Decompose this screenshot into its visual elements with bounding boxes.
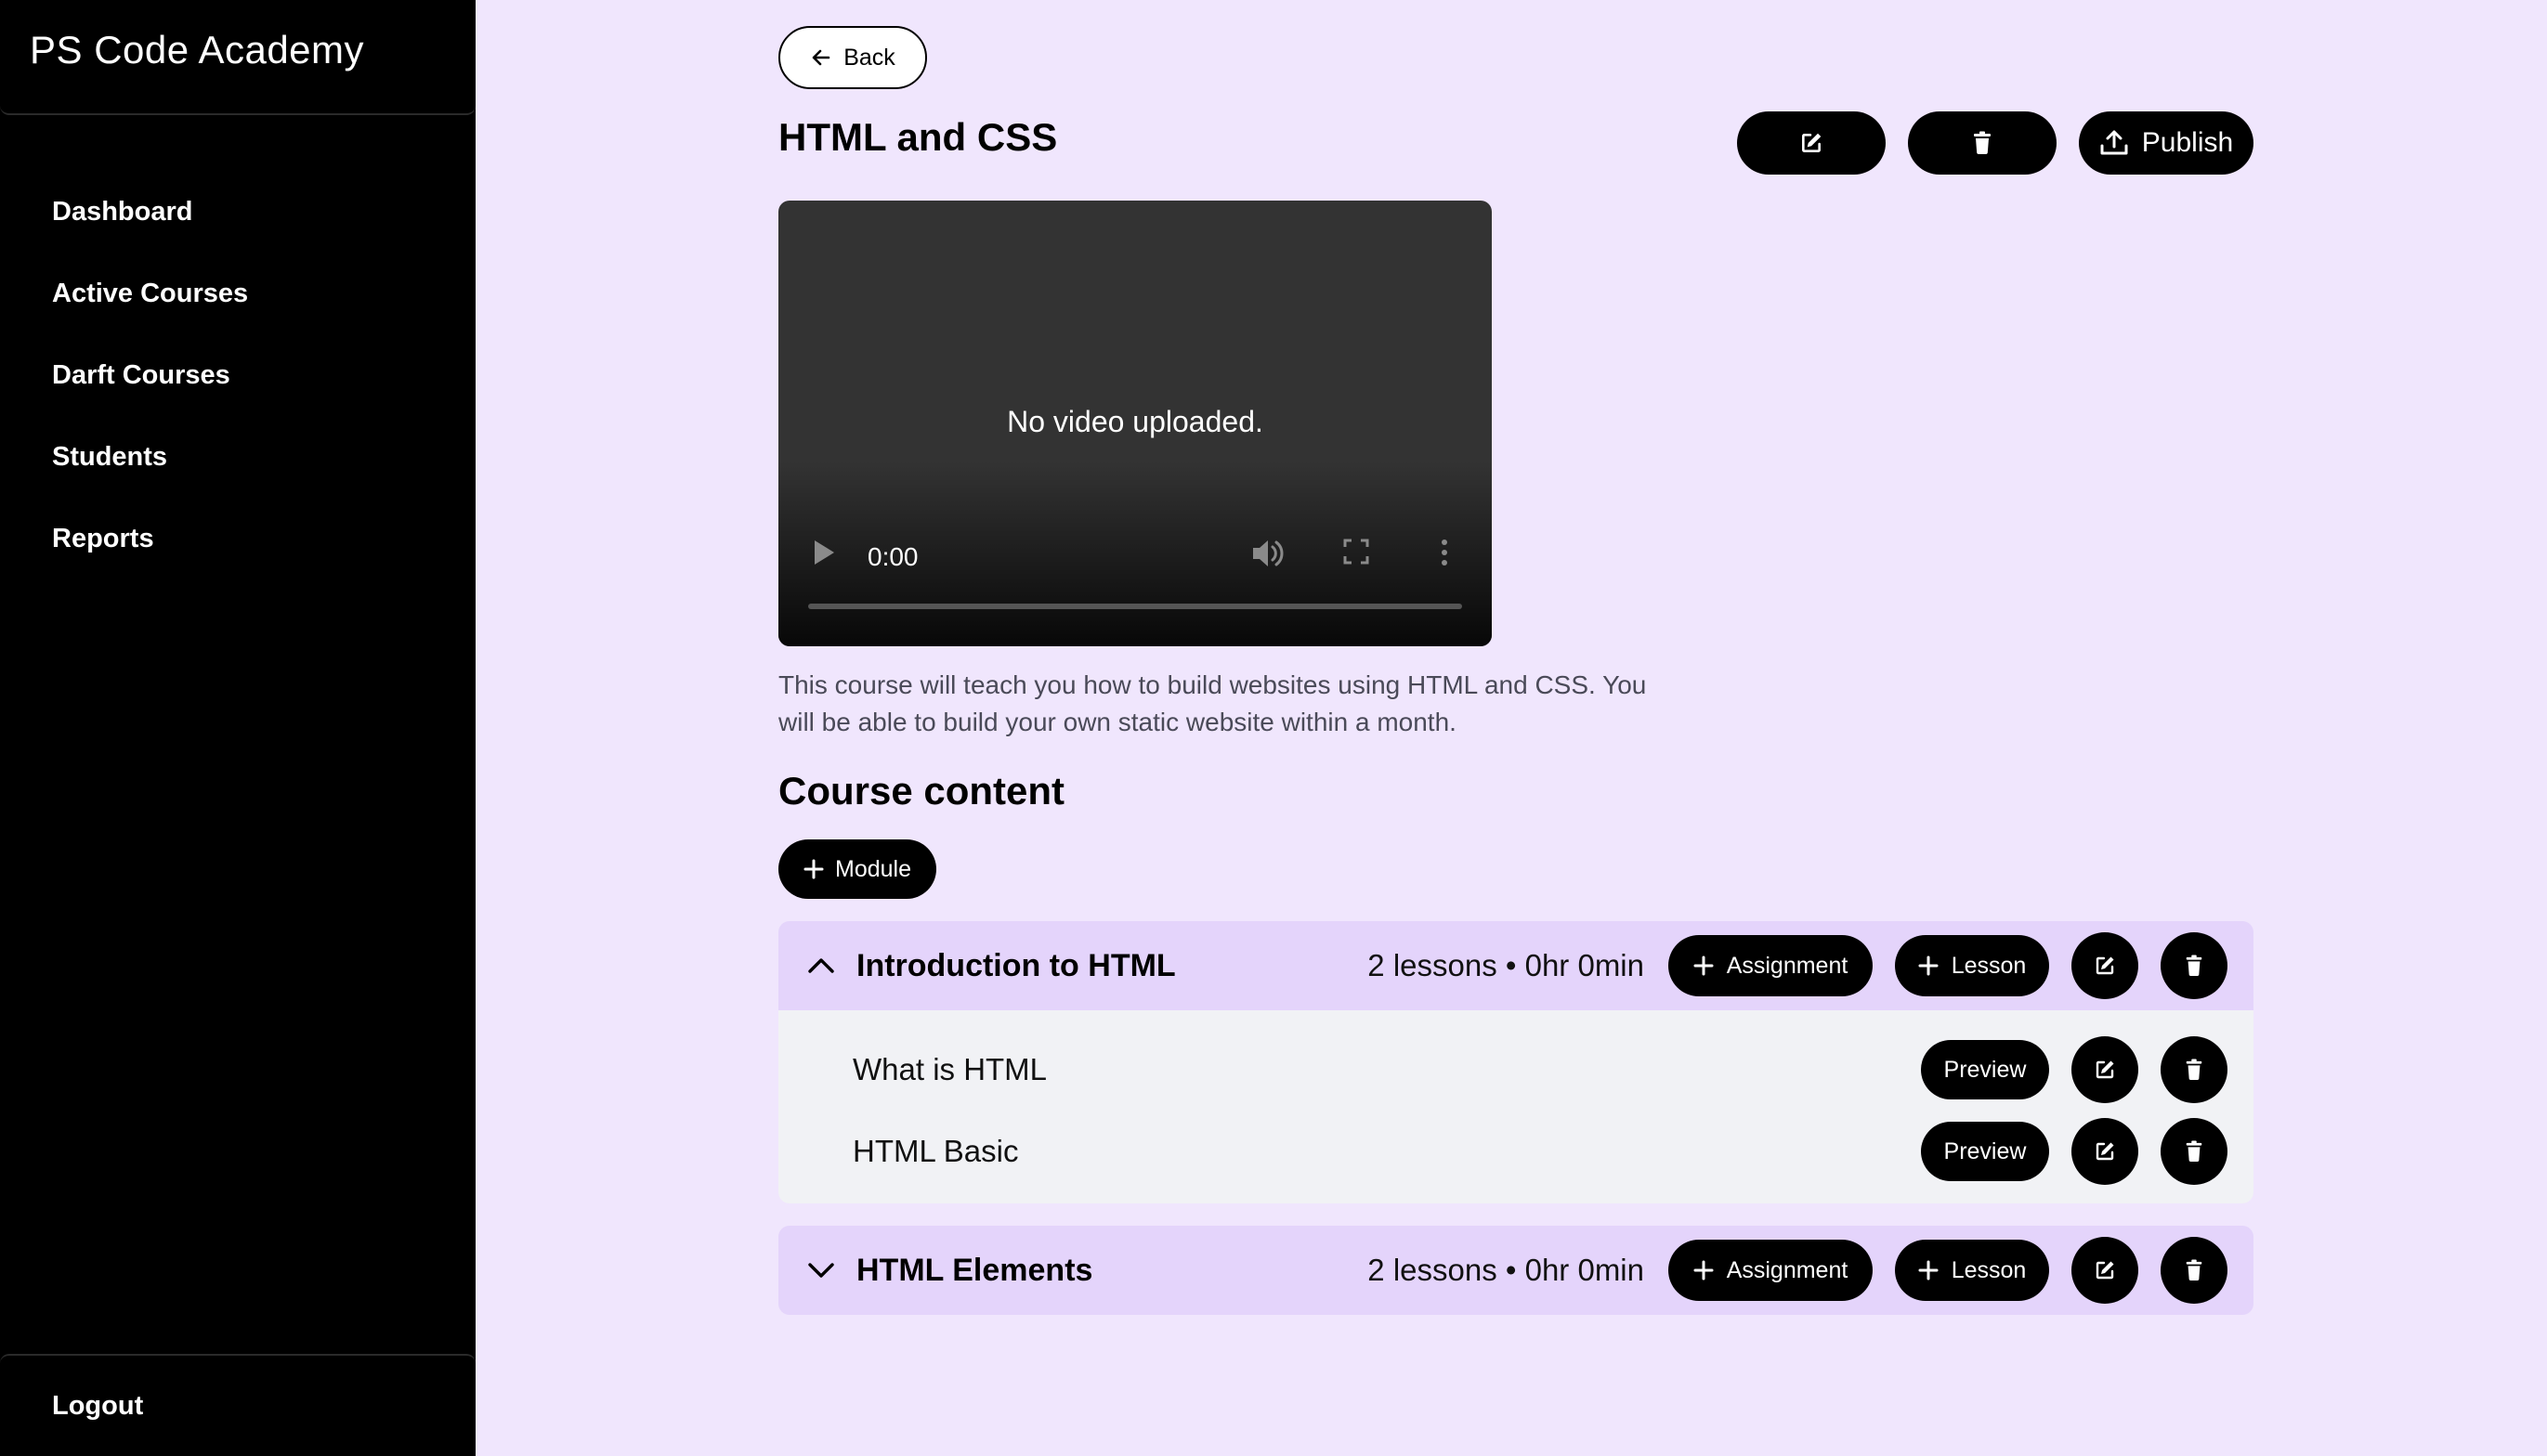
edit-module-button[interactable]	[2071, 932, 2138, 999]
video-empty-message: No video uploaded.	[1007, 405, 1263, 438]
delete-course-button[interactable]	[1908, 111, 2057, 175]
course-content-heading: Course content	[778, 769, 1065, 812]
fullscreen-icon[interactable]	[1343, 539, 1369, 565]
module-title: Introduction to HTML	[856, 947, 1176, 983]
sidebar-nav: Dashboard Active Courses Darft Courses S…	[0, 115, 476, 579]
edit-lesson-button[interactable]	[2071, 1036, 2138, 1103]
module-meta: 2 lessons • 0hr 0min	[1367, 1253, 1644, 1287]
module-meta: 2 lessons • 0hr 0min	[1367, 948, 1644, 982]
add-lesson-button[interactable]: Lesson	[1895, 935, 2049, 996]
back-label: Back	[843, 44, 895, 71]
back-button[interactable]: Back	[778, 26, 927, 89]
lesson-list: What is HTML Preview HTML Basic Preview	[778, 1010, 2253, 1203]
plus-icon	[1918, 956, 1939, 976]
add-lesson-button[interactable]: Lesson	[1895, 1240, 2049, 1301]
lesson-row: What is HTML Preview	[778, 1029, 2253, 1111]
delete-lesson-button[interactable]	[2161, 1036, 2227, 1103]
edit-icon	[2096, 1142, 2114, 1161]
edit-module-button[interactable]	[2071, 1237, 2138, 1304]
add-module-button[interactable]: Module	[778, 839, 936, 899]
arrow-left-icon	[812, 49, 830, 66]
chevron-up-icon[interactable]	[804, 949, 838, 982]
video-progress-bar[interactable]	[808, 604, 1462, 609]
add-module-label: Module	[835, 855, 911, 882]
chevron-down-icon[interactable]	[804, 1254, 838, 1287]
plus-icon	[1918, 1260, 1939, 1280]
course-description: This course will teach you how to build …	[778, 670, 1647, 736]
edit-icon	[2096, 1261, 2114, 1280]
lesson-name: What is HTML	[853, 1052, 1048, 1086]
trash-icon	[2186, 1059, 2202, 1081]
course-detail: Back HTML and CSS Publish No video uploa…	[778, 0, 2253, 1456]
play-icon[interactable]	[812, 539, 836, 566]
course-actions: Publish	[1737, 111, 2253, 178]
delete-module-button[interactable]	[2161, 1237, 2227, 1304]
sidebar-item-active-courses[interactable]: Active Courses	[0, 253, 476, 334]
page-title: HTML and CSS	[778, 115, 1058, 159]
trash-icon	[1974, 131, 1991, 155]
more-options-icon[interactable]	[1440, 539, 1449, 566]
module-title: HTML Elements	[856, 1252, 1093, 1288]
lesson-label: Lesson	[1951, 1256, 2027, 1283]
module-actions: Assignment Lesson	[1668, 932, 2227, 999]
module-header[interactable]: Introduction to HTML 2 lessons • 0hr 0mi…	[778, 921, 2253, 1010]
plus-icon	[1693, 1260, 1714, 1280]
plus-icon	[803, 859, 824, 879]
sidebar-item-dashboard[interactable]: Dashboard	[0, 171, 476, 253]
sidebar-item-reports[interactable]: Reports	[0, 498, 476, 579]
video-time: 0:00	[868, 542, 919, 571]
delete-lesson-button[interactable]	[2161, 1118, 2227, 1185]
preview-lesson-button[interactable]: Preview	[1921, 1040, 2049, 1099]
trash-icon	[2186, 955, 2202, 977]
edit-lesson-button[interactable]	[2071, 1118, 2138, 1185]
volume-icon[interactable]	[1250, 537, 1286, 570]
lesson-label: Lesson	[1951, 952, 2027, 979]
lesson-actions: Preview	[1921, 1036, 2227, 1103]
publish-button[interactable]: Publish	[2079, 111, 2253, 175]
preview-lesson-button[interactable]: Preview	[1921, 1122, 2049, 1181]
lesson-row: HTML Basic Preview	[778, 1111, 2253, 1192]
assignment-label: Assignment	[1726, 1256, 1848, 1283]
module-card: HTML Elements 2 lessons • 0hr 0min Assig…	[778, 1226, 2253, 1315]
video-controls: 0:00	[778, 461, 1492, 646]
video-player[interactable]: No video uploaded. 0:00	[778, 201, 1492, 646]
lesson-actions: Preview	[1921, 1118, 2227, 1185]
add-assignment-button[interactable]: Assignment	[1668, 935, 1873, 996]
lesson-name: HTML Basic	[853, 1134, 1019, 1168]
logout-button[interactable]: Logout	[0, 1354, 476, 1456]
sidebar: PS Code Academy Dashboard Active Courses…	[0, 0, 476, 1456]
trash-icon	[2186, 1140, 2202, 1163]
module-card: Introduction to HTML 2 lessons • 0hr 0mi…	[778, 921, 2253, 1203]
sidebar-item-students[interactable]: Students	[0, 416, 476, 498]
trash-icon	[2186, 1259, 2202, 1281]
plus-icon	[1693, 956, 1714, 976]
edit-icon	[2096, 956, 2114, 975]
assignment-label: Assignment	[1726, 952, 1848, 979]
sidebar-item-draft-courses[interactable]: Darft Courses	[0, 334, 476, 416]
publish-label: Publish	[2141, 127, 2234, 158]
edit-icon	[1802, 133, 1822, 152]
module-header[interactable]: HTML Elements 2 lessons • 0hr 0min Assig…	[778, 1226, 2253, 1315]
logout-label: Logout	[52, 1390, 144, 1421]
module-actions: Assignment Lesson	[1668, 1237, 2227, 1304]
edit-icon	[2096, 1060, 2114, 1079]
upload-icon	[2100, 130, 2128, 155]
add-assignment-button[interactable]: Assignment	[1668, 1240, 1873, 1301]
app-title: PS Code Academy	[0, 0, 476, 115]
delete-module-button[interactable]	[2161, 932, 2227, 999]
edit-course-button[interactable]	[1737, 111, 1886, 175]
